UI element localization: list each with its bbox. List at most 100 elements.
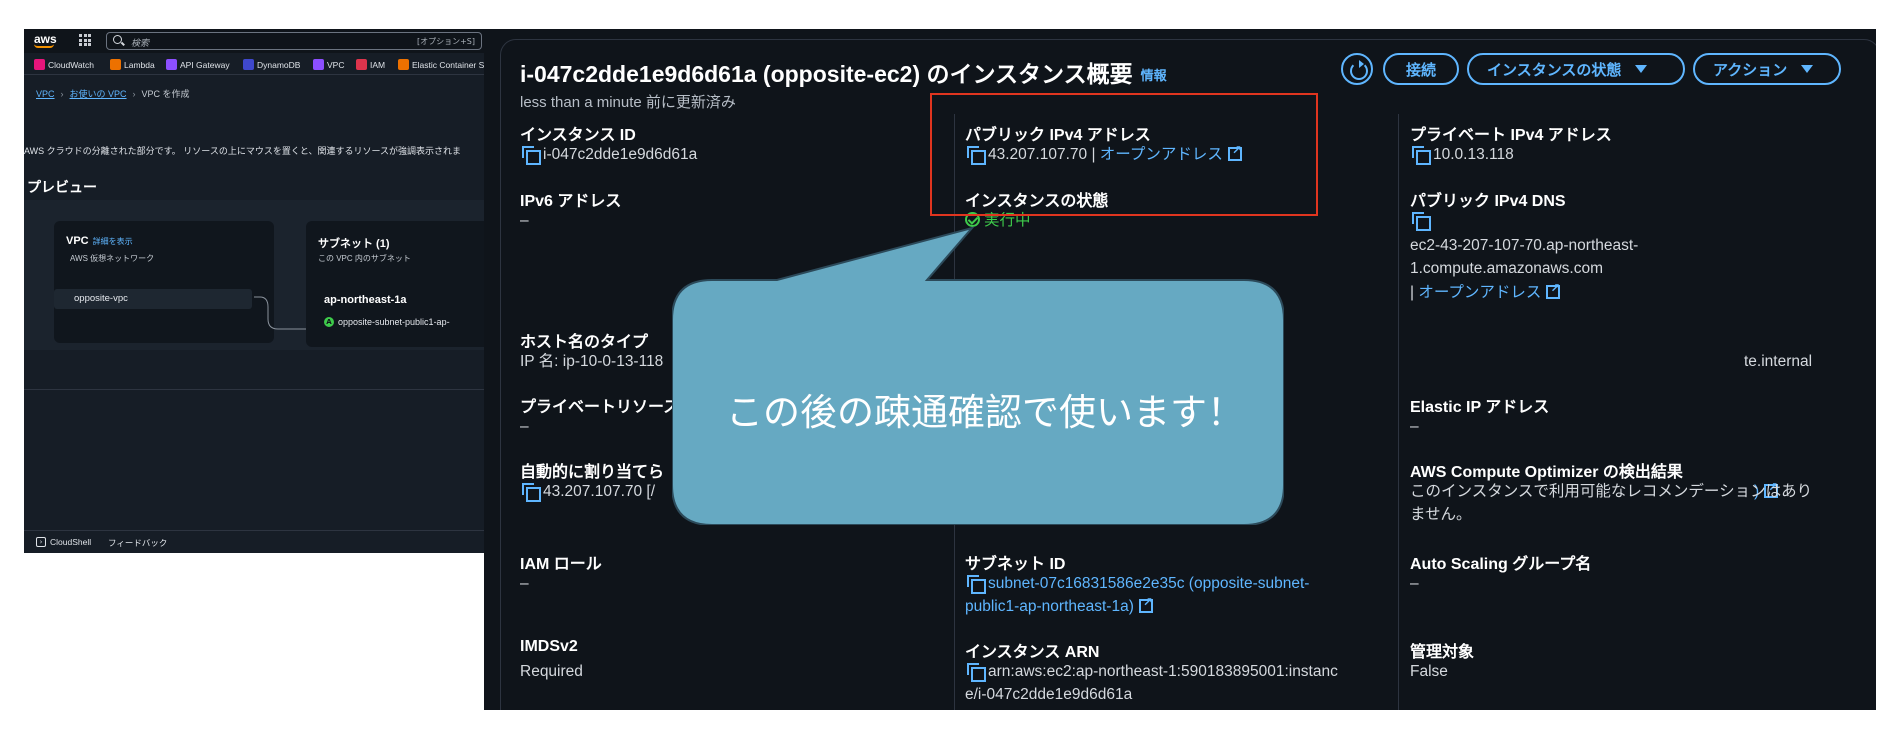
subnet-item[interactable]: A opposite-subnet-public1-ap- <box>324 317 450 327</box>
instance-arn-value: arn:aws:ec2:ap-northeast-1:590183895001:… <box>967 660 1338 684</box>
show-details-link[interactable]: 詳細を表示 <box>93 237 133 246</box>
public-dns-value-cont: 1.compute.amazonaws.com <box>1410 260 1603 277</box>
favorite-cloudwatch[interactable]: CloudWatch <box>34 59 94 70</box>
console-top-bar: aws 検索 [オプション+S] <box>24 29 486 53</box>
hostname-type-label: ホスト名のタイプ <box>520 334 649 351</box>
feedback-link[interactable]: フィードバック <box>108 537 167 549</box>
ecs-icon <box>398 59 409 70</box>
copy-icon[interactable] <box>967 575 986 594</box>
caret-down-icon <box>1635 65 1648 73</box>
vpc-console-screenshot: aws 検索 [オプション+S] CloudWatch Lambda API G… <box>24 29 486 553</box>
favorite-ecs[interactable]: Elastic Container S <box>398 59 484 70</box>
instance-arn-value-cont: e/i-047c2dde1e9d6d61a <box>965 686 1133 703</box>
chevron-right-icon: › <box>60 88 64 99</box>
callout-text: この後の疎通確認で使います！ <box>726 391 1244 434</box>
search-placeholder: 検索 <box>131 39 150 49</box>
compute-optimizer-value-cont: ません。 <box>1410 506 1472 523</box>
copy-icon[interactable] <box>522 146 541 165</box>
availability-zone-label: ap-northeast-1a <box>324 294 407 306</box>
breadcrumb-vpc[interactable]: VPC <box>36 89 55 99</box>
favorite-dynamodb[interactable]: DynamoDB <box>243 59 300 70</box>
subnet-item-label: opposite-subnet-public1-ap- <box>338 317 450 327</box>
imdsv2-label: IMDSv2 <box>520 638 578 655</box>
vpc-item[interactable]: opposite-vpc <box>54 289 252 309</box>
aws-smile-icon <box>34 44 54 48</box>
iam-role-value: – <box>520 575 529 592</box>
favorite-api-gateway[interactable]: API Gateway <box>166 59 230 70</box>
private-resource-value: – <box>520 418 529 435</box>
open-address-link[interactable]: オープンアドレス <box>1418 284 1541 301</box>
instance-id-value: i-047c2dde1e9d6d61a <box>522 143 697 167</box>
external-link-icon[interactable] <box>1546 281 1560 299</box>
hostname-type-value: IP 名: ip-10-0-13-118 <box>520 353 664 370</box>
breadcrumb: VPC › お使いの VPC › VPC を作成 <box>36 87 190 100</box>
copy-icon[interactable] <box>1412 212 1431 231</box>
elastic-ip-value: – <box>1410 418 1419 435</box>
breadcrumb-your-vpcs[interactable]: お使いの VPC <box>70 87 127 100</box>
private-dns-value: te.internal <box>1744 353 1813 370</box>
refresh-button[interactable] <box>1341 53 1373 85</box>
elastic-ip-label: Elastic IP アドレス <box>1410 399 1550 416</box>
favorite-vpc[interactable]: VPC <box>313 59 344 70</box>
ipv6-value: – <box>520 212 529 229</box>
public-dns-label: パブリック IPv4 DNS <box>1410 193 1566 210</box>
divider <box>24 389 486 390</box>
instance-id-label: インスタンス ID <box>520 127 636 144</box>
page-title: i-047c2dde1e9d6d61a (opposite-ec2) のインスタ… <box>520 61 1167 87</box>
favorite-lambda[interactable]: Lambda <box>110 59 155 70</box>
copy-icon[interactable] <box>522 483 541 502</box>
dynamodb-icon <box>243 59 254 70</box>
managed-value: False <box>1410 663 1448 680</box>
actions-dropdown[interactable]: アクション <box>1693 53 1841 85</box>
favorites-bar: CloudWatch Lambda API Gateway DynamoDB V… <box>24 55 486 75</box>
subnet-badge-icon: A <box>324 317 334 327</box>
auto-scaling-group-label: Auto Scaling グループ名 <box>1410 556 1592 573</box>
external-link-icon[interactable] <box>1138 595 1153 613</box>
last-updated: less than a minute 前に更新済み <box>520 94 736 111</box>
instance-state-dropdown[interactable]: インスタンスの状態 <box>1467 53 1685 85</box>
highlight-box <box>930 93 1318 216</box>
ipv6-label: IPv6 アドレス <box>520 193 622 210</box>
services-grid-icon[interactable] <box>79 34 91 46</box>
subnet-card-title: サブネット (1) <box>318 238 390 250</box>
favorite-iam[interactable]: IAM <box>356 59 385 70</box>
subnet-card: サブネット (1) この VPC 内のサブネット <box>306 221 486 347</box>
auto-scaling-group-value: – <box>1410 575 1419 592</box>
iam-role-label: IAM ロール <box>520 556 602 573</box>
copy-icon[interactable] <box>1412 146 1431 165</box>
vpc-description: AWS クラウドの分離された部分です。 リソースの上にマウスを置くと、関連するリ… <box>24 146 462 156</box>
info-link[interactable]: 情報 <box>1141 68 1167 83</box>
lambda-icon <box>110 59 121 70</box>
search-shortcut: [オプション+S] <box>416 37 475 46</box>
search-input[interactable]: 検索 [オプション+S] <box>106 32 482 50</box>
compute-optimizer-value: このインスタンスで利用可能なレコメンデーションはあり <box>1410 483 1813 500</box>
search-icon <box>113 35 122 44</box>
copy-icon[interactable] <box>967 663 986 682</box>
imdsv2-value: Required <box>520 663 583 680</box>
vpc-subnet-connector <box>254 296 314 330</box>
caret-down-icon <box>1801 65 1814 73</box>
cloudwatch-icon <box>34 59 45 70</box>
chevron-right-icon: › <box>132 88 136 99</box>
iam-icon <box>356 59 367 70</box>
callout-bubble <box>672 226 1284 525</box>
private-resource-label: プライベートリソース <box>520 399 680 416</box>
instance-arn-label: インスタンス ARN <box>965 644 1100 661</box>
cloudshell-button[interactable]: › CloudShell <box>36 537 91 547</box>
vpc-card-title: VPC 詳細を表示 <box>66 235 133 247</box>
managed-label: 管理対象 <box>1410 644 1475 661</box>
subnet-id-value-cont: public1-ap-northeast-1a) <box>965 595 1153 619</box>
vpc-card-subtitle: AWS 仮想ネットワーク <box>70 254 155 263</box>
subnet-id-label: サブネット ID <box>965 556 1066 573</box>
public-dns-copy <box>1412 209 1433 233</box>
console-footer: › CloudShell フィードバック <box>24 530 486 553</box>
private-ipv4-value: 10.0.13.118 <box>1412 143 1514 167</box>
auto-assigned-ip-label: 自動的に割り当てら <box>520 464 665 481</box>
private-ipv4-label: プライベート IPv4 アドレス <box>1410 127 1612 144</box>
subnet-id-link[interactable]: subnet-07c16831586e2e35c (opposite-subne… <box>988 575 1309 592</box>
vpc-icon <box>313 59 324 70</box>
vpc-card: VPC 詳細を表示 AWS 仮想ネットワーク <box>54 221 274 343</box>
connect-button[interactable]: 接続 <box>1383 53 1459 85</box>
public-dns-open: | オープンアドレス <box>1410 281 1560 305</box>
api-gateway-icon <box>166 59 177 70</box>
